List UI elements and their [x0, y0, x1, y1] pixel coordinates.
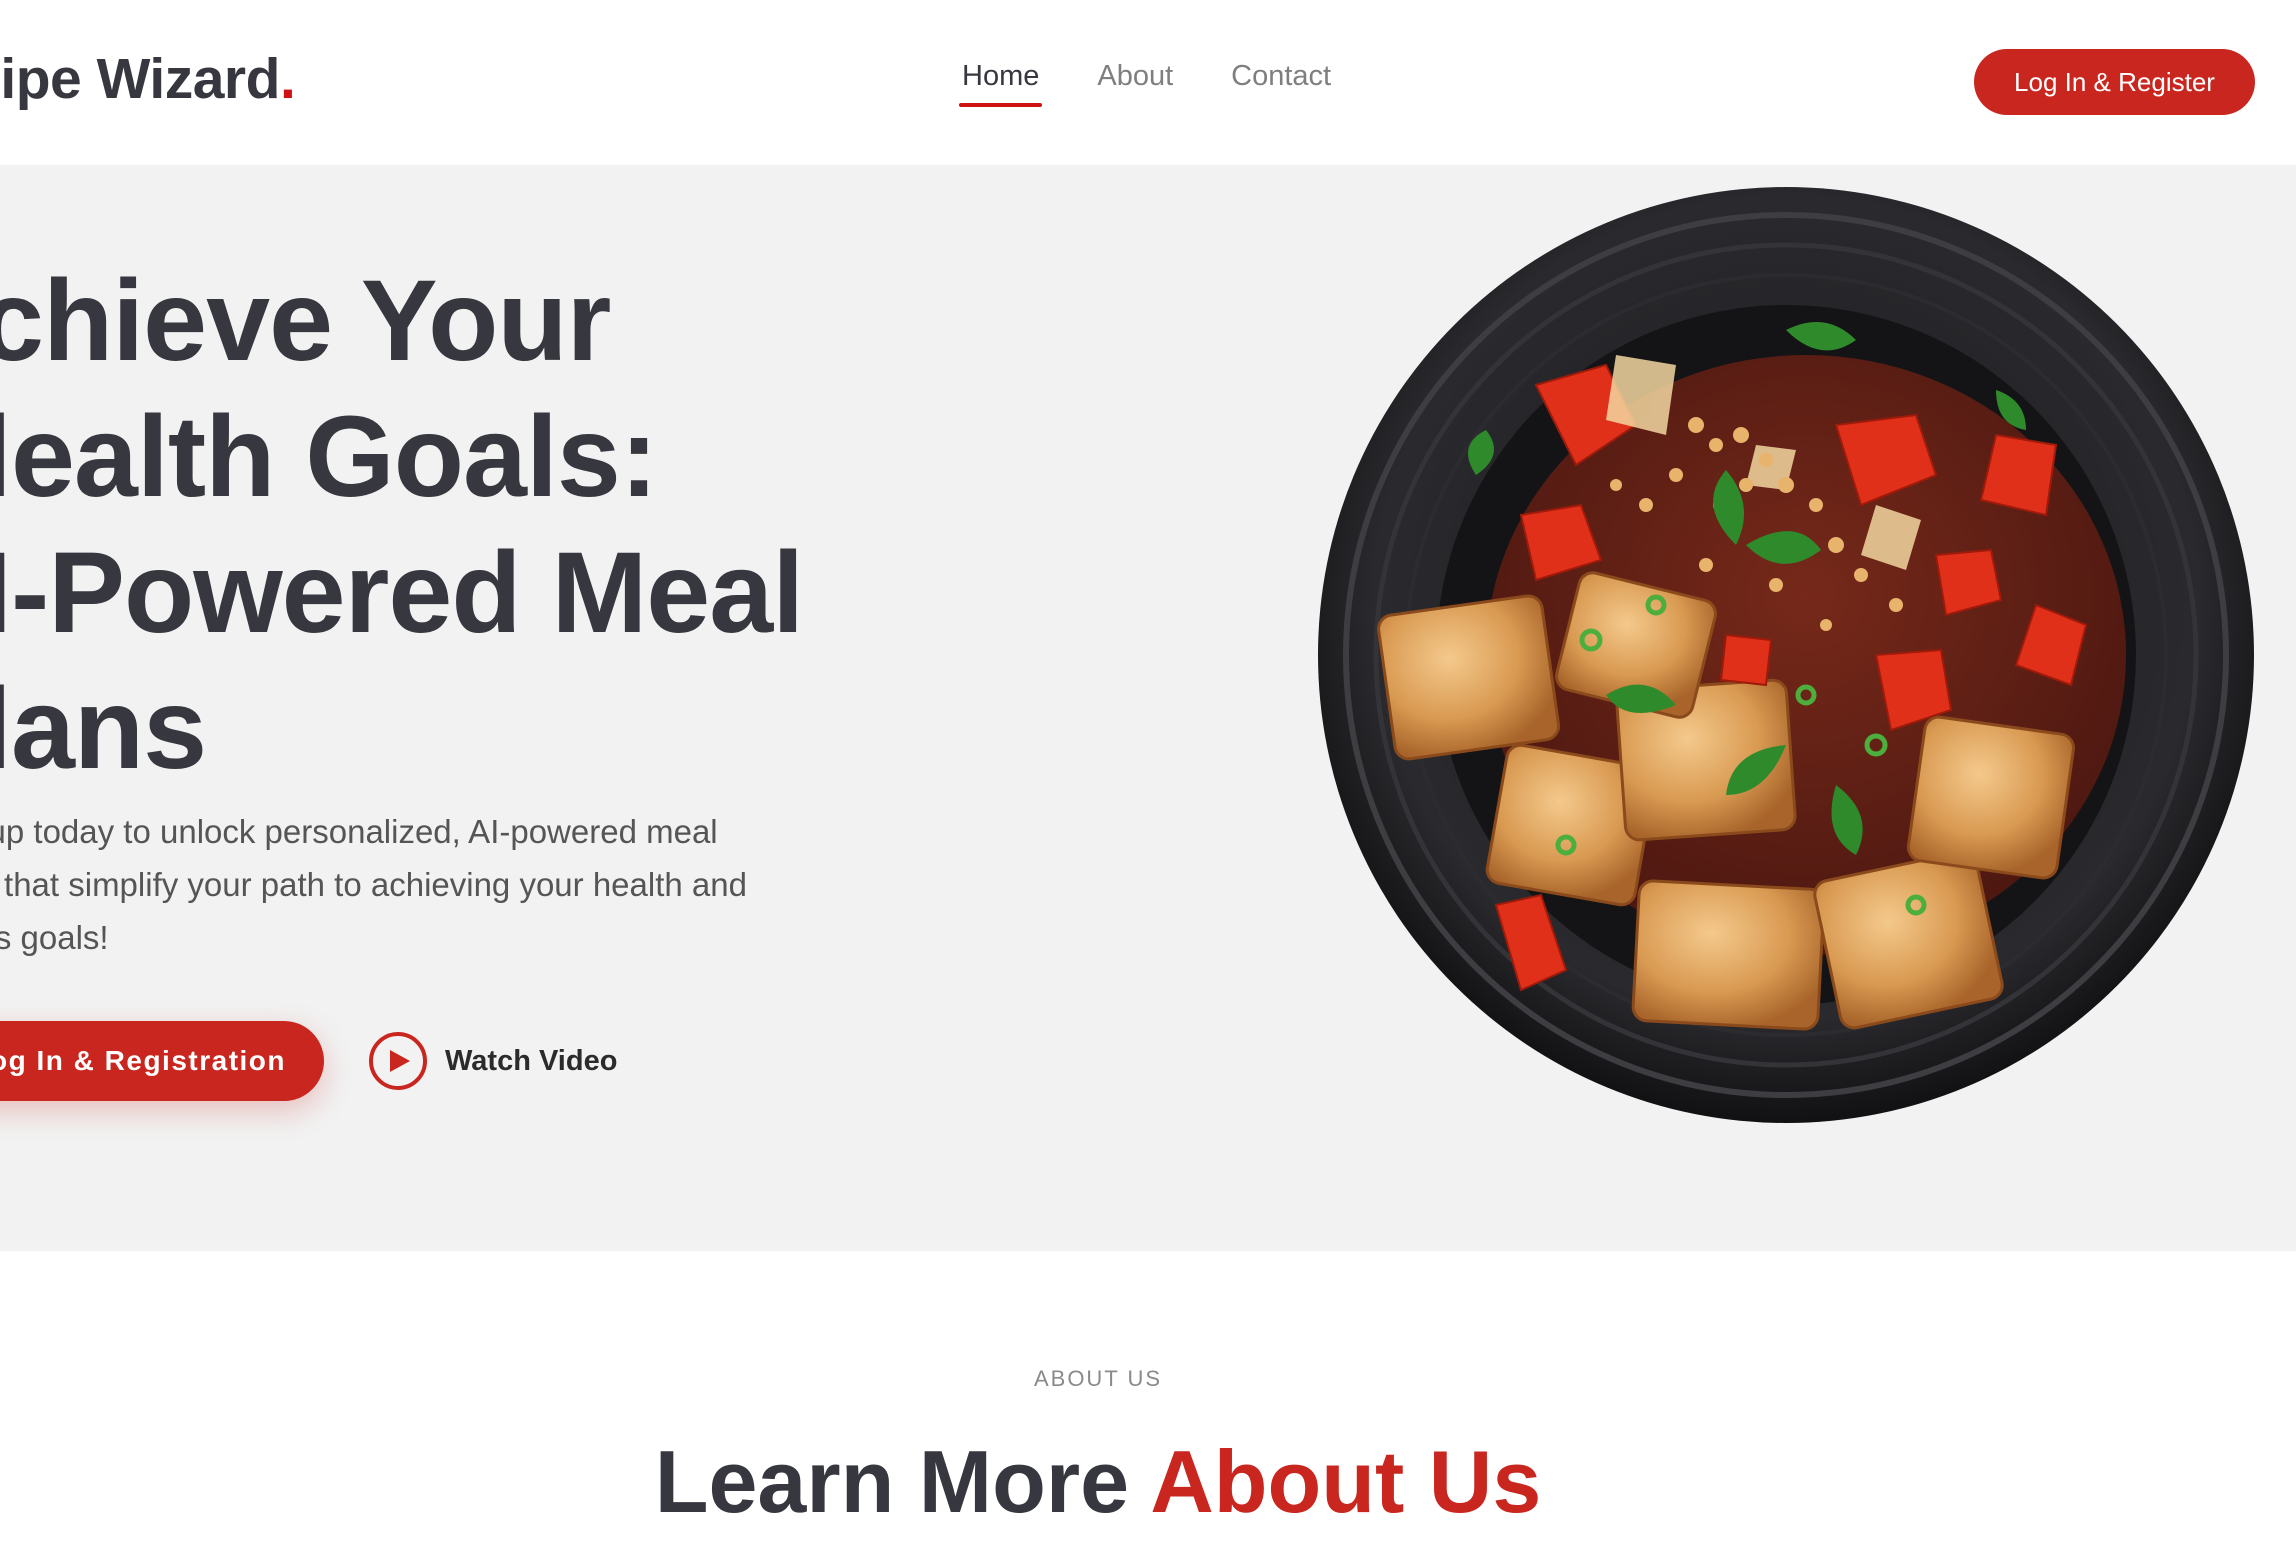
play-circle-icon: [369, 1032, 427, 1090]
hero-title-line: lealth Goals:: [0, 393, 658, 521]
hero-dish-image: [1318, 187, 2254, 1123]
hero-description-line: ess goals!: [0, 919, 109, 956]
nav-item-about[interactable]: About: [1097, 60, 1173, 107]
about-section: ABOUT US Learn More About Us: [0, 1251, 2296, 1544]
brand-dot: .: [279, 47, 296, 111]
hero-section: chieve Your lealth Goals: I-Powered Meal…: [0, 165, 2296, 1251]
hero-title: chieve Your lealth Goals: I-Powered Meal…: [0, 253, 880, 797]
brand-logo[interactable]: ecipe Wizard.: [0, 46, 296, 112]
hero-login-registration-button[interactable]: og In & Registration: [0, 1021, 324, 1101]
about-title-accent: About Us: [1150, 1432, 1542, 1531]
hero-title-line: lans: [0, 665, 207, 793]
hero-description-line: n up today to unlock personalized, AI-po…: [0, 813, 718, 850]
nav-item-contact[interactable]: Contact: [1231, 60, 1331, 107]
watch-video-link[interactable]: Watch Video: [369, 1029, 617, 1093]
hero-title-line: chieve Your: [0, 257, 611, 385]
about-title-main: Learn More: [654, 1432, 1151, 1531]
site-header: ecipe Wizard. Home About Contact Log In …: [0, 0, 2296, 165]
about-eyebrow: ABOUT US: [1033, 1366, 1163, 1391]
nav-item-home[interactable]: Home: [958, 60, 1043, 107]
about-title: Learn More About Us: [0, 1431, 2196, 1533]
hero-title-line: I-Powered Meal: [0, 529, 804, 657]
brand-name: ecipe Wizard: [0, 47, 280, 111]
login-register-button[interactable]: Log In & Register: [1974, 49, 2255, 115]
watch-video-label: Watch Video: [445, 1044, 618, 1077]
hero-description: n up today to unlock personalized, AI-po…: [0, 805, 860, 964]
main-nav: Home About Contact: [958, 60, 1389, 107]
hero-description-line: ns that simplify your path to achieving …: [0, 866, 747, 903]
